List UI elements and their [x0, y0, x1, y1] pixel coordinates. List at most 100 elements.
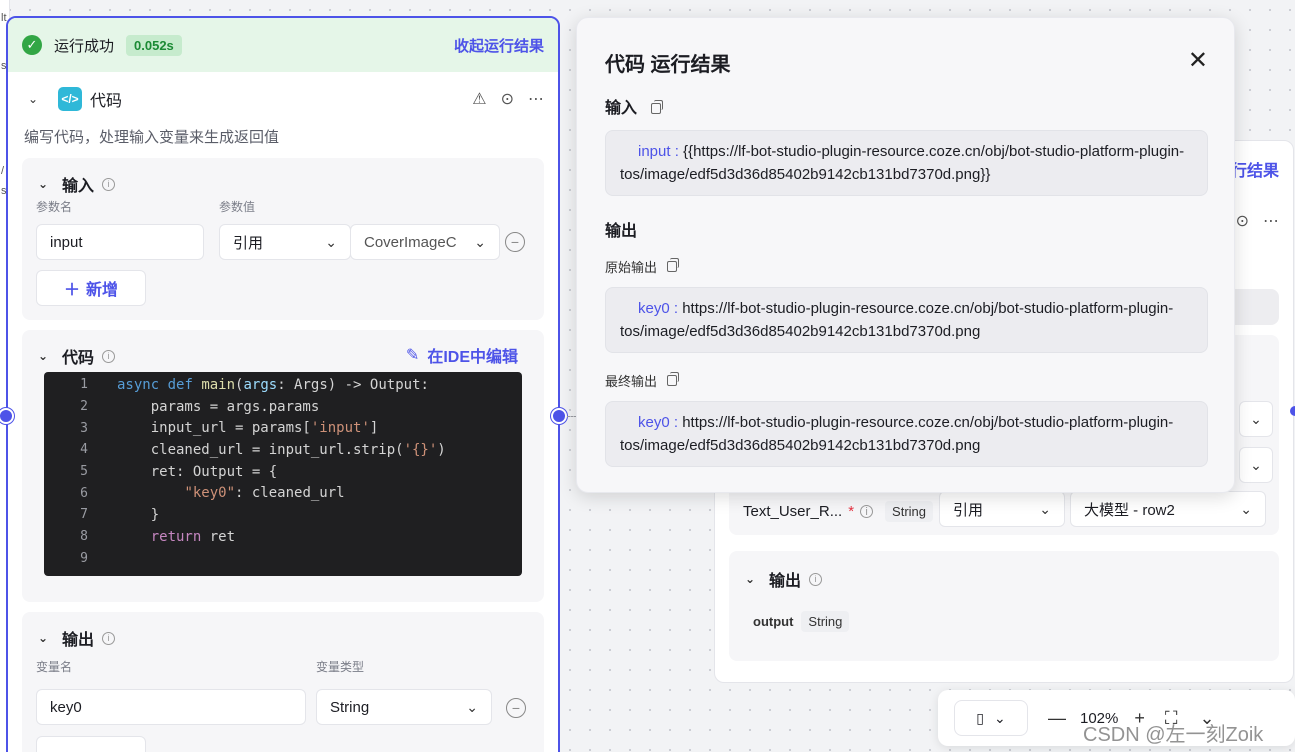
code-line: 3 input_url = params['input']: [44, 417, 522, 439]
chevron-down-icon: ⌄: [474, 233, 486, 250]
copy-icon[interactable]: [667, 258, 680, 272]
input-key: input :: [638, 143, 679, 160]
bg-output-row: output String: [753, 611, 850, 632]
code-line: 7 }: [44, 504, 522, 526]
chevron-down-icon[interactable]: ⌄: [38, 177, 54, 191]
param-value-header: 参数值: [219, 200, 256, 214]
final-key: key0 :: [638, 414, 679, 431]
bg-more-icon[interactable]: ⋯: [1263, 211, 1279, 231]
raw-output-label: 原始输出: [605, 260, 658, 275]
code-text: async def main(args: Args) -> Output:: [117, 376, 429, 393]
run-icon[interactable]: ⊙: [501, 89, 514, 109]
chevron-down-icon: ⌄: [1250, 456, 1262, 473]
bg-run-icon[interactable]: ⊙: [1236, 211, 1249, 231]
kw: def: [167, 376, 193, 393]
output-section-title[interactable]: ⌄ 输出 i: [22, 612, 544, 650]
code-text: params = args.params: [117, 398, 320, 415]
bg-ref-value: 大模型 - row2: [1084, 501, 1175, 519]
code-line: 6 "key0": cleaned_url: [44, 482, 522, 504]
code-line: 1 async def main(args: Args) -> Output:: [44, 374, 522, 396]
code-line: 4 cleaned_url = input_url.strip('{}'): [44, 439, 522, 461]
input-section-title[interactable]: ⌄ 输入 i: [22, 158, 544, 196]
bg-output-title-text: 输出: [769, 573, 802, 590]
output-port[interactable]: [551, 408, 567, 424]
chevron-down-icon[interactable]: ⌄: [38, 631, 54, 645]
line-number: 8: [80, 529, 88, 545]
chevron-down-icon[interactable]: ⌄: [745, 572, 761, 586]
output-title-text: 输出: [62, 632, 95, 649]
param-name-input[interactable]: input: [36, 224, 204, 260]
bg-output-name: output: [753, 614, 794, 629]
code-text: "key0": cleaned_url: [184, 485, 345, 502]
input-section: ⌄ 输入 i 参数名 参数值 input 引用 ⌄ CoverImageC ⌄ − …: [22, 158, 544, 320]
zoom-out-icon[interactable]: —: [1048, 708, 1066, 729]
chevron-down-icon: ⌄: [325, 233, 337, 250]
code-line: 9: [44, 548, 522, 570]
line-number: 5: [80, 464, 88, 480]
debug-off-icon[interactable]: ⚠: [472, 89, 486, 109]
input-title-text: 输入: [62, 178, 95, 195]
add-output-button[interactable]: [36, 736, 146, 752]
code-line: 2 params = args.params: [44, 396, 522, 418]
raw-key: key0 :: [638, 300, 679, 317]
var-type-header: 变量类型: [316, 660, 365, 674]
info-icon: i: [102, 349, 116, 363]
bg-collapse-link[interactable]: 行结果: [1231, 157, 1279, 181]
fn: main: [201, 376, 236, 393]
node-description: 编写代码，处理输入变量来生成返回值: [24, 129, 280, 146]
bg-ref-select[interactable]: 引用 ⌄: [939, 491, 1065, 527]
interaction-mode-button[interactable]: ▯ ⌄: [954, 700, 1028, 736]
node-title[interactable]: 代码: [90, 87, 122, 111]
output-name-input[interactable]: key0: [36, 689, 306, 725]
code-editor[interactable]: 1 async def main(args: Args) -> Output: 2…: [44, 372, 522, 576]
bg-node-port[interactable]: [1290, 406, 1295, 416]
code-node[interactable]: ✓ 运行成功 0.052s 收起运行结果 ⌄ </> 代码 ⚠ ⊙ ⋯ 编写代码…: [6, 16, 560, 752]
bg-dropdown-2[interactable]: ⌄: [1239, 447, 1273, 483]
info-icon: i: [809, 572, 823, 586]
required-mark: *: [848, 503, 855, 520]
bg-ref-value-select[interactable]: 大模型 - row2 ⌄: [1070, 491, 1266, 527]
bg-ref-label: 引用: [953, 501, 984, 519]
bg-output-title[interactable]: ⌄ 输出 i: [729, 551, 1279, 591]
more-icon[interactable]: ⋯: [528, 89, 544, 109]
line-number: 7: [80, 507, 88, 523]
add-param-button[interactable]: ＋ 新增: [36, 270, 146, 306]
chevron-down-icon: ⌄: [1250, 410, 1262, 427]
line-number: 3: [80, 420, 88, 436]
node-title-row: ⌄ </> 代码 ⚠ ⊙ ⋯: [8, 72, 558, 126]
final-value: https://lf-bot-studio-plugin-resource.co…: [620, 414, 1174, 454]
output-type-value: String: [330, 698, 370, 716]
run-status-bar: ✓ 运行成功 0.052s 收起运行结果: [8, 18, 558, 72]
raw-output-box: key0 : https://lf-bot-studio-plugin-reso…: [605, 287, 1208, 353]
edit-in-ide-link[interactable]: ✎ 在IDE中编辑: [406, 343, 518, 367]
check-circle-icon: ✓: [22, 35, 42, 55]
code-node-icon: </>: [58, 87, 82, 111]
result-panel[interactable]: 代码 运行结果 ✕ 输入 input : {{https://lf-bot-st…: [576, 17, 1235, 493]
code-text: input_url = params['input']: [117, 420, 379, 437]
close-icon[interactable]: ✕: [1188, 46, 1208, 75]
var-name-header: 变量名: [36, 660, 73, 674]
chevron-down-icon[interactable]: ⌄: [28, 92, 44, 106]
param-type-select[interactable]: 引用 ⌄: [219, 224, 351, 260]
bg-param-row: Text_User_R... * i String: [743, 501, 934, 522]
output-name-value: key0: [50, 698, 82, 716]
bg-dropdown-1[interactable]: ⌄: [1239, 401, 1273, 437]
input-value-box: input : {{https://lf-bot-studio-plugin-r…: [605, 130, 1208, 196]
param-name-value: input: [50, 233, 83, 251]
chevron-down-icon: ⌄: [466, 698, 478, 715]
copy-icon[interactable]: [667, 372, 680, 386]
collapse-result-link[interactable]: 收起运行结果: [454, 35, 544, 56]
bg-output-type: String: [801, 611, 850, 632]
chevron-down-icon[interactable]: ⌄: [38, 349, 54, 363]
raw-value: https://lf-bot-studio-plugin-resource.co…: [620, 300, 1174, 340]
remove-param-icon[interactable]: −: [505, 232, 525, 252]
remove-output-icon[interactable]: −: [506, 698, 526, 718]
output-type-select[interactable]: String ⌄: [316, 689, 492, 725]
output-section: ⌄ 输出 i 变量名 变量类型 key0 String ⌄ −: [22, 612, 544, 752]
bg-node-actions[interactable]: ⊙ ⋯: [1236, 211, 1279, 231]
code-title-text: 代码: [62, 350, 95, 367]
param-type-value: 引用: [233, 234, 264, 252]
copy-icon[interactable]: [651, 99, 664, 114]
code-line: 5 ret: Output = {: [44, 461, 522, 483]
param-value-select[interactable]: CoverImageC ⌄: [350, 224, 500, 260]
